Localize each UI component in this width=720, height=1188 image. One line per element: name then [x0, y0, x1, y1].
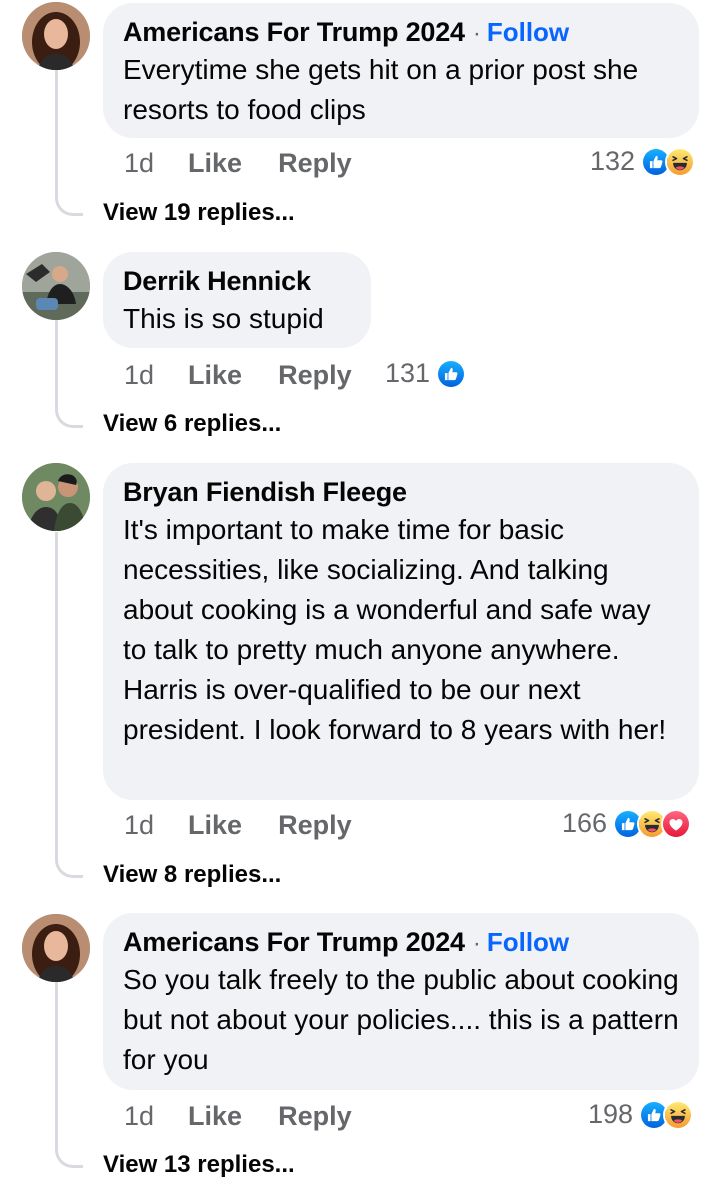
like-icon	[436, 358, 467, 389]
avatar[interactable]	[22, 463, 90, 531]
comment-time[interactable]: 1d	[124, 810, 154, 841]
like-button[interactable]: Like	[188, 1101, 242, 1132]
comment-text: Everytime she gets hit on a prior post s…	[123, 54, 639, 125]
reaction-summary[interactable]: 132	[590, 146, 696, 177]
profile-photo-icon	[22, 463, 90, 531]
reply-button[interactable]: Reply	[278, 810, 352, 841]
avatar[interactable]	[22, 2, 90, 70]
comment-author[interactable]: Bryan Fiendish Fleege	[123, 477, 407, 508]
view-replies-link[interactable]: View 19 replies...	[103, 199, 295, 227]
avatar[interactable]	[22, 914, 90, 982]
comment-time[interactable]: 1d	[124, 148, 154, 179]
comment-text: It's important to make time for basic ne…	[123, 514, 667, 745]
comment-text: So you talk freely to the public about c…	[123, 964, 679, 1075]
comment-actions: 1d Like Reply	[124, 1101, 352, 1132]
view-replies-link[interactable]: View 6 replies...	[103, 410, 281, 438]
comment-bubble[interactable]: Bryan Fiendish Fleege It's important to …	[103, 463, 699, 800]
love-icon	[661, 808, 692, 839]
comment-actions: 1d Like Reply	[124, 360, 352, 391]
reaction-count: 132	[590, 146, 636, 176]
reply-button[interactable]: Reply	[278, 1101, 352, 1132]
comment-text: This is so stupid	[123, 303, 324, 334]
reaction-count: 166	[562, 808, 608, 838]
thread-line	[55, 532, 83, 878]
comment-author[interactable]: Americans For Trump 2024	[123, 17, 465, 48]
view-replies-link[interactable]: View 13 replies...	[103, 1151, 295, 1179]
comment-author[interactable]: Americans For Trump 2024	[123, 927, 465, 958]
reaction-count: 198	[588, 1099, 634, 1129]
comment-bubble[interactable]: Americans For Trump 2024 · Follow So you…	[103, 913, 699, 1090]
comment-actions: 1d Like Reply	[124, 148, 352, 179]
profile-photo-icon	[22, 914, 90, 982]
reply-button[interactable]: Reply	[278, 360, 352, 391]
haha-icon	[665, 146, 696, 177]
profile-photo-icon	[22, 252, 90, 320]
avatar[interactable]	[22, 252, 90, 320]
like-button[interactable]: Like	[188, 810, 242, 841]
comment-bubble[interactable]: Derrik Hennick This is so stupid	[103, 252, 371, 348]
comment-time[interactable]: 1d	[124, 1101, 154, 1132]
separator-dot: ·	[472, 20, 481, 47]
like-button[interactable]: Like	[188, 148, 242, 179]
comment-bubble[interactable]: Americans For Trump 2024 · Follow Everyt…	[103, 3, 699, 138]
haha-icon	[663, 1099, 694, 1130]
profile-photo-icon	[22, 2, 90, 70]
view-replies-link[interactable]: View 8 replies...	[103, 861, 281, 889]
reaction-summary[interactable]: 166	[562, 808, 692, 839]
reaction-count: 131	[385, 358, 431, 388]
thread-line	[55, 70, 83, 216]
separator-dot: ·	[472, 930, 481, 957]
reply-button[interactable]: Reply	[278, 148, 352, 179]
thread-line	[55, 982, 83, 1168]
like-button[interactable]: Like	[188, 360, 242, 391]
comment-time[interactable]: 1d	[124, 360, 154, 391]
thread-line	[55, 320, 83, 428]
reaction-summary[interactable]: 198	[588, 1099, 694, 1130]
comment-author[interactable]: Derrik Hennick	[123, 266, 311, 297]
follow-button[interactable]: Follow	[487, 17, 569, 48]
comment-actions: 1d Like Reply	[124, 810, 352, 841]
reaction-summary[interactable]: 131	[385, 358, 467, 389]
follow-button[interactable]: Follow	[487, 927, 569, 958]
